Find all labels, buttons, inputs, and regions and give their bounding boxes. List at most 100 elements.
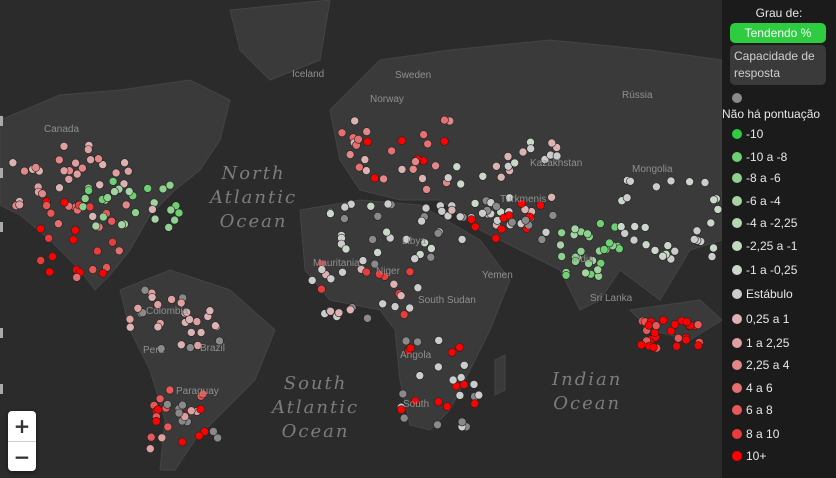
map-marker[interactable] — [682, 317, 692, 327]
map-marker[interactable] — [121, 200, 131, 210]
map-marker[interactable] — [672, 341, 681, 351]
map-marker[interactable] — [341, 244, 351, 254]
map-marker[interactable] — [410, 254, 420, 264]
map-marker[interactable] — [709, 195, 719, 205]
map-marker[interactable] — [640, 223, 650, 232]
map-marker[interactable] — [422, 185, 431, 194]
map-marker[interactable] — [363, 137, 372, 147]
map-marker[interactable] — [630, 222, 640, 231]
map-marker[interactable] — [38, 189, 47, 198]
map-marker[interactable] — [421, 203, 431, 213]
map-marker[interactable] — [382, 227, 391, 237]
map-marker[interactable] — [99, 212, 108, 222]
map-marker[interactable] — [442, 402, 452, 411]
map-marker[interactable] — [363, 313, 372, 323]
map-marker[interactable] — [370, 173, 379, 183]
map-marker[interactable] — [93, 246, 102, 256]
map-marker[interactable] — [163, 400, 172, 409]
map-marker[interactable] — [131, 208, 140, 217]
map-marker[interactable] — [390, 302, 400, 311]
map-marker[interactable] — [373, 212, 383, 221]
map-marker[interactable] — [358, 256, 368, 265]
map-marker[interactable] — [146, 432, 156, 442]
map-marker[interactable] — [110, 187, 119, 196]
map-marker[interactable] — [457, 235, 467, 244]
map-marker[interactable] — [71, 158, 80, 168]
map-marker[interactable] — [153, 322, 163, 332]
map-marker[interactable] — [166, 205, 176, 215]
map-marker[interactable] — [397, 165, 407, 174]
map-marker[interactable] — [307, 276, 317, 285]
map-marker[interactable] — [174, 408, 184, 418]
map-marker[interactable] — [547, 193, 556, 202]
map-marker[interactable] — [362, 166, 371, 175]
map-marker[interactable] — [174, 208, 184, 218]
map-marker[interactable] — [94, 154, 103, 163]
map-marker[interactable] — [652, 182, 661, 192]
map-marker[interactable] — [165, 180, 175, 190]
map-marker[interactable] — [152, 416, 161, 426]
map-marker[interactable] — [641, 240, 651, 249]
map-marker[interactable] — [389, 279, 399, 289]
map-marker[interactable] — [541, 228, 551, 237]
map-marker[interactable] — [693, 320, 703, 330]
map-marker[interactable] — [399, 310, 409, 319]
map-marker[interactable] — [492, 162, 501, 171]
map-marker[interactable] — [433, 420, 442, 430]
map-marker[interactable] — [496, 172, 506, 182]
map-marker[interactable] — [350, 116, 360, 126]
map-marker[interactable] — [507, 218, 517, 227]
map-marker[interactable] — [437, 206, 447, 216]
map-marker[interactable] — [8, 158, 18, 167]
map-marker[interactable] — [405, 267, 415, 277]
map-marker[interactable] — [146, 444, 155, 454]
map-marker[interactable] — [15, 200, 24, 210]
map-marker[interactable] — [459, 360, 469, 370]
map-marker[interactable] — [86, 155, 95, 164]
map-marker[interactable] — [209, 427, 218, 436]
map-marker[interactable] — [417, 216, 426, 226]
map-marker[interactable] — [593, 265, 603, 275]
map-marker[interactable] — [411, 157, 420, 166]
map-marker[interactable] — [547, 138, 557, 148]
map-marker[interactable] — [644, 320, 654, 330]
map-marker[interactable] — [368, 235, 377, 244]
map-marker[interactable] — [124, 166, 133, 176]
map-marker[interactable] — [418, 174, 427, 183]
map-marker[interactable] — [103, 193, 112, 202]
map-marker[interactable] — [153, 405, 163, 415]
map-marker[interactable] — [415, 371, 425, 380]
map-marker[interactable] — [46, 208, 56, 218]
map-marker[interactable] — [408, 165, 418, 174]
map-marker[interactable] — [64, 175, 74, 184]
map-marker[interactable] — [622, 193, 632, 202]
map-marker[interactable] — [373, 248, 382, 257]
map-marker[interactable] — [581, 268, 590, 278]
map-marker[interactable] — [497, 224, 506, 234]
map-marker[interactable] — [88, 212, 97, 221]
map-marker[interactable] — [510, 158, 520, 168]
map-marker[interactable] — [78, 163, 87, 173]
map-marker[interactable] — [707, 252, 717, 261]
map-marker[interactable] — [177, 340, 186, 350]
map-marker[interactable] — [709, 243, 718, 253]
map-marker[interactable] — [383, 199, 393, 209]
map-marker[interactable] — [651, 321, 661, 330]
map-marker[interactable] — [398, 389, 408, 399]
map-marker[interactable] — [98, 268, 108, 278]
map-marker[interactable] — [700, 178, 710, 187]
map-marker[interactable] — [557, 252, 567, 261]
map-marker[interactable] — [60, 198, 69, 207]
map-marker[interactable] — [59, 166, 69, 176]
map-marker[interactable] — [337, 128, 347, 138]
map-marker[interactable] — [378, 299, 388, 309]
map-marker[interactable] — [124, 187, 134, 196]
map-marker[interactable] — [713, 205, 722, 214]
map-marker[interactable] — [470, 222, 480, 232]
map-marker[interactable] — [455, 391, 465, 400]
map-marker[interactable] — [440, 115, 449, 125]
map-marker[interactable] — [426, 252, 436, 262]
map-marker[interactable] — [670, 320, 680, 329]
map-marker[interactable] — [692, 226, 702, 236]
map-marker[interactable] — [396, 291, 406, 301]
